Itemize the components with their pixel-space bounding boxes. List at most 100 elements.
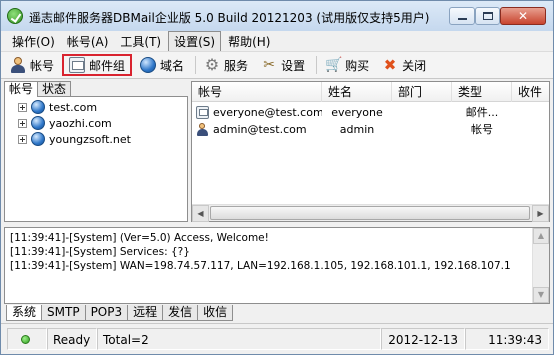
minimize-button[interactable] — [449, 7, 475, 25]
mailgroup-button[interactable]: 邮件组 — [62, 54, 133, 76]
column-header-type[interactable]: 类型 — [452, 82, 512, 102]
menu-operation[interactable]: 操作(O) — [7, 32, 60, 51]
toolbar-separator — [195, 56, 197, 74]
cell-type: 邮件... — [465, 106, 499, 119]
status-time: 11:39:43 — [465, 328, 549, 350]
scroll-up-icon[interactable]: ▲ — [533, 228, 549, 244]
window-title: 遥志邮件服务器DBMail企业版 5.0 Build 20121203 (试用版… — [29, 11, 430, 25]
status-total: Total=2 — [97, 328, 381, 350]
domain-button[interactable]: 域名 — [135, 54, 189, 76]
list-header: 帐号 姓名 部门 类型 收件 — [192, 82, 549, 102]
user-icon — [196, 123, 209, 136]
toolbar-separator — [316, 56, 318, 74]
mailgroup-icon — [69, 57, 86, 73]
cell-type: 帐号 — [471, 123, 493, 136]
vertical-scrollbar[interactable]: ▲ ▼ — [532, 228, 549, 303]
cell-name: admin — [339, 123, 375, 136]
app-window: 遥志邮件服务器DBMail企业版 5.0 Build 20121203 (试用版… — [0, 0, 554, 355]
account-button-label: 帐号 — [30, 58, 55, 73]
buy-button[interactable]: 🛒 购买 — [320, 54, 374, 76]
mailgroup-button-label: 邮件组 — [89, 58, 126, 73]
menu-tools[interactable]: 工具(T) — [115, 32, 166, 51]
domain-tree: test.com yaozhi.com youngzsoft.net — [4, 96, 188, 222]
tab-accounts[interactable]: 帐号 — [4, 81, 39, 97]
log-line: [11:39:41]-[System] WAN=198.74.57.117, L… — [10, 260, 511, 272]
domain-button-label: 域名 — [160, 58, 185, 73]
horizontal-scrollbar[interactable]: ◀ ▶ — [192, 204, 549, 222]
column-header-department[interactable]: 部门 — [392, 82, 452, 102]
minimize-icon — [457, 18, 467, 20]
tab-receive[interactable]: 收信 — [197, 305, 234, 321]
column-header-inbox[interactable]: 收件 — [512, 82, 549, 102]
expand-icon[interactable] — [18, 102, 27, 112]
tab-smtp[interactable]: SMTP — [41, 305, 86, 321]
menu-help[interactable]: 帮助(H) — [223, 32, 275, 51]
left-tabs: 帐号 状态 — [4, 81, 72, 97]
tab-status[interactable]: 状态 — [37, 81, 72, 96]
table-row[interactable]: admin@test.com admin 帐号 — [192, 121, 549, 138]
status-dot-icon — [21, 335, 30, 344]
expand-icon[interactable] — [18, 118, 27, 128]
table-row[interactable]: everyone@test.com everyone 邮件... — [192, 104, 549, 121]
account-button[interactable]: 帐号 — [5, 54, 59, 76]
cell-account: admin@test.com — [196, 121, 322, 138]
cell-account-text: everyone@test.com — [213, 106, 322, 119]
maximize-button[interactable] — [475, 7, 500, 25]
tools-icon: ✂ — [263, 57, 275, 73]
globe-icon — [31, 100, 45, 114]
globe-icon — [31, 116, 45, 130]
menu-settings[interactable]: 设置(S) — [168, 30, 222, 52]
close-window-button[interactable]: ✕ — [500, 7, 546, 25]
log-line: [11:39:41]-[System] (Ver=5.0) Access, We… — [10, 232, 269, 244]
log-tabs: 系统 SMTP POP3 远程 发信 收信 — [6, 305, 234, 321]
tab-send[interactable]: 发信 — [162, 305, 199, 321]
close-icon: ✖ — [383, 56, 397, 74]
close-button-label: 关闭 — [402, 58, 427, 73]
service-button[interactable]: ⚙ 服务 — [199, 54, 253, 76]
tree-item[interactable]: youngzsoft.net — [5, 131, 131, 147]
cart-icon: 🛒 — [325, 57, 343, 73]
scroll-thumb[interactable] — [210, 206, 530, 220]
title-bar: 遥志邮件服务器DBMail企业版 5.0 Build 20121203 (试用版… — [1, 1, 553, 31]
tab-pop3[interactable]: POP3 — [84, 305, 129, 321]
cell-account-text: admin@test.com — [213, 123, 307, 136]
user-icon — [10, 57, 26, 73]
cell-name: everyone — [331, 106, 383, 119]
app-logo-icon — [7, 8, 23, 24]
log-line: [11:39:41]-[System] Services: {?} — [10, 246, 190, 258]
status-indicator-cell — [7, 328, 47, 350]
tab-remote[interactable]: 远程 — [127, 305, 164, 321]
tab-system[interactable]: 系统 — [6, 305, 43, 321]
status-bar: Ready Total=2 2012-12-13 11:39:43 — [1, 323, 553, 354]
close-button[interactable]: ✖ 关闭 — [377, 54, 431, 76]
settings-button-label: 设置 — [281, 58, 306, 73]
tree-item-label: yaozhi.com — [49, 116, 112, 130]
scroll-right-icon[interactable]: ▶ — [532, 205, 549, 222]
expand-icon[interactable] — [18, 134, 27, 144]
account-list: 帐号 姓名 部门 类型 收件 everyone@test.com everyon… — [191, 81, 550, 222]
group-icon — [196, 106, 209, 119]
cell-account: everyone@test.com — [196, 104, 322, 121]
status-ready: Ready — [47, 328, 97, 350]
domain-panel: 帐号 状态 test.com yaozhi.com youngzsoft.net — [4, 81, 188, 222]
scroll-down-icon[interactable]: ▼ — [533, 287, 549, 303]
tree-item-label: test.com — [49, 100, 98, 114]
settings-button[interactable]: ✂ 设置 — [256, 54, 310, 76]
tree-item[interactable]: yaozhi.com — [5, 115, 112, 131]
buy-button-label: 购买 — [345, 58, 370, 73]
toolbar: 帐号 邮件组 域名 ⚙ 服务 ✂ 设置 🛒 购买 ✖ 关闭 — [1, 51, 553, 79]
tree-item-label: youngzsoft.net — [49, 132, 131, 146]
maximize-icon — [482, 12, 493, 20]
menu-bar: 操作(O) 帐号(A) 工具(T) 设置(S) 帮助(H) — [1, 30, 553, 52]
log-panel: [11:39:41]-[System] (Ver=5.0) Access, We… — [4, 227, 550, 304]
column-header-account[interactable]: 帐号 — [192, 82, 322, 102]
globe-icon — [31, 132, 45, 146]
gear-icon: ⚙ — [204, 55, 220, 74]
close-icon: ✕ — [517, 9, 529, 23]
tree-item[interactable]: test.com — [5, 99, 97, 115]
column-header-name[interactable]: 姓名 — [322, 82, 392, 102]
scroll-left-icon[interactable]: ◀ — [192, 205, 209, 222]
globe-icon — [140, 57, 157, 73]
menu-account[interactable]: 帐号(A) — [62, 32, 114, 51]
status-date: 2012-12-13 — [381, 328, 465, 350]
